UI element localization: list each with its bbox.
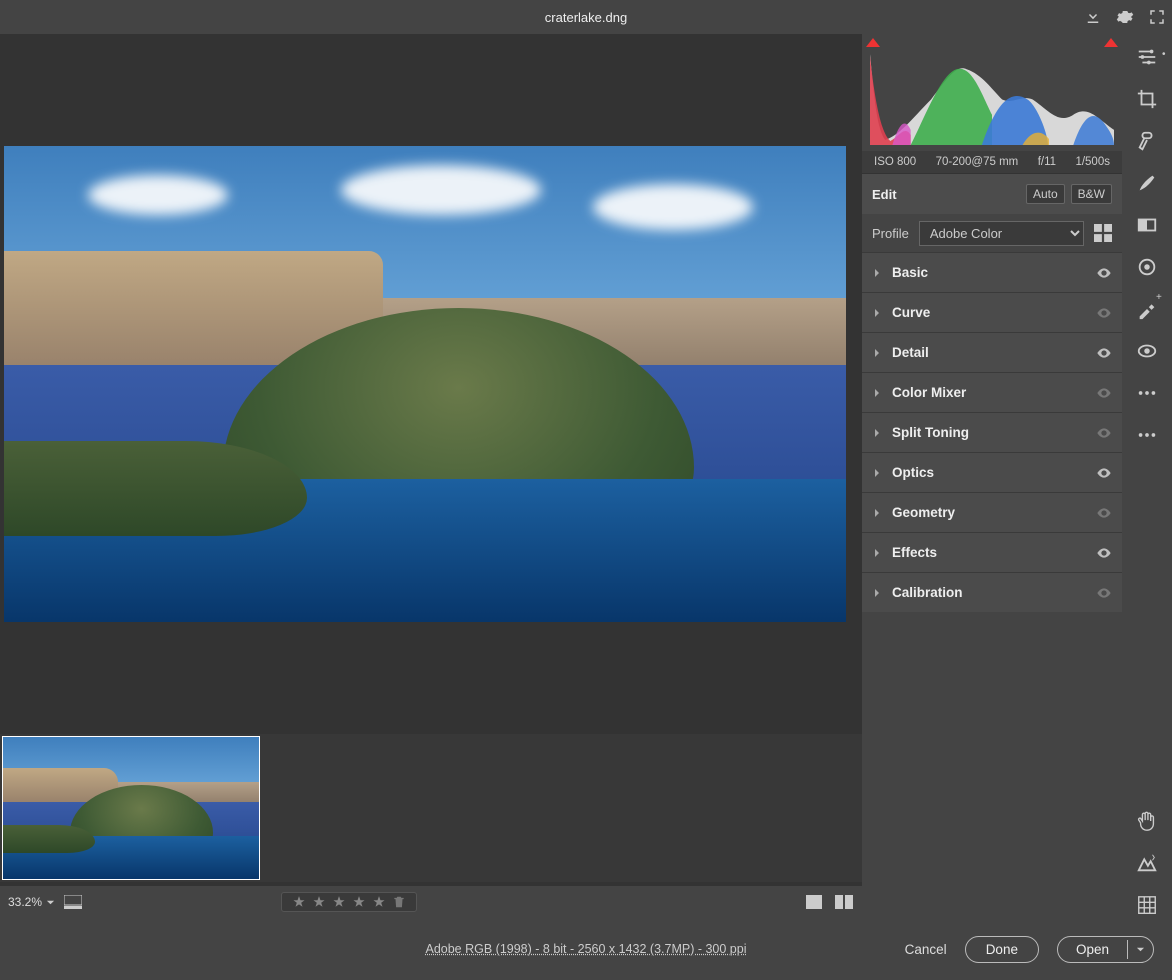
exif-lens: 70-200@75 mm xyxy=(936,156,1019,168)
eye-icon[interactable] xyxy=(1096,585,1112,601)
eye-icon[interactable] xyxy=(1096,465,1112,481)
exif-shutter: 1/500s xyxy=(1075,156,1110,168)
chevron-right-icon xyxy=(872,468,882,478)
zoom-value: 33.2% xyxy=(8,895,42,909)
panel-detail[interactable]: Detail xyxy=(862,332,1122,372)
eye-icon[interactable] xyxy=(1096,305,1112,321)
eye-icon[interactable] xyxy=(1096,425,1112,441)
cancel-button[interactable]: Cancel xyxy=(905,942,947,957)
panel-list: Basic Curve Detail Color Mixer Split Toning O… xyxy=(862,252,1122,612)
chevron-right-icon xyxy=(872,388,882,398)
panel-label: Optics xyxy=(892,465,1086,480)
profile-select[interactable]: Adobe Color xyxy=(919,221,1084,246)
document-title: craterlake.dng xyxy=(545,10,627,25)
fullscreen-icon[interactable] xyxy=(1148,8,1166,26)
tool-rail: • + xyxy=(1122,34,1172,918)
profile-label: Profile xyxy=(872,226,909,241)
eye-icon[interactable] xyxy=(1096,345,1112,361)
linear-gradient-tool-icon[interactable] xyxy=(1134,212,1160,238)
compare-view-icon[interactable] xyxy=(834,892,854,912)
exif-aperture: f/11 xyxy=(1038,156,1056,168)
eye-icon[interactable] xyxy=(1096,385,1112,401)
edit-header: Edit Auto B&W xyxy=(862,174,1122,214)
chevron-right-icon xyxy=(872,588,882,598)
rating-bar xyxy=(281,892,417,912)
download-icon[interactable] xyxy=(1084,8,1102,26)
open-button[interactable]: Open xyxy=(1057,936,1154,963)
panel-label: Split Toning xyxy=(892,425,1086,440)
panel-label: Detail xyxy=(892,345,1086,360)
panel-effects[interactable]: Effects xyxy=(862,532,1122,572)
radial-gradient-tool-icon[interactable] xyxy=(1134,254,1160,280)
zoom-tool-icon[interactable] xyxy=(1134,850,1160,876)
star-4[interactable] xyxy=(352,895,366,909)
footer: Adobe RGB (1998) - 8 bit - 2560 x 1432 (… xyxy=(0,918,1172,980)
open-button-dropdown[interactable] xyxy=(1127,940,1153,959)
title-bar: craterlake.dng xyxy=(0,0,1172,34)
hand-tool-icon[interactable] xyxy=(1134,808,1160,834)
eye-icon[interactable] xyxy=(1096,505,1112,521)
panel-label: Curve xyxy=(892,305,1086,320)
eye-icon[interactable] xyxy=(1096,265,1112,281)
eye-icon[interactable] xyxy=(1096,545,1112,561)
profile-row: Profile Adobe Color xyxy=(862,214,1122,252)
canvas-toolbar: 33.2% xyxy=(0,886,862,918)
panel-basic[interactable]: Basic xyxy=(862,252,1122,292)
done-button[interactable]: Done xyxy=(965,936,1039,963)
star-3[interactable] xyxy=(332,895,346,909)
panel-label: Effects xyxy=(892,545,1086,560)
panel-color-mixer[interactable]: Color Mixer xyxy=(862,372,1122,412)
profile-browser-icon[interactable] xyxy=(1094,224,1112,242)
healing-tool-icon[interactable] xyxy=(1134,128,1160,154)
star-2[interactable] xyxy=(312,895,326,909)
star-5[interactable] xyxy=(372,895,386,909)
panel-label: Basic xyxy=(892,265,1086,280)
chevron-right-icon xyxy=(872,548,882,558)
presets-icon[interactable] xyxy=(1134,380,1160,406)
panel-label: Calibration xyxy=(892,585,1086,600)
star-1[interactable] xyxy=(292,895,306,909)
filmstrip xyxy=(0,734,862,882)
chevron-right-icon xyxy=(872,348,882,358)
grid-view-icon[interactable] xyxy=(1134,892,1160,918)
bw-button[interactable]: B&W xyxy=(1071,184,1112,204)
chevron-right-icon xyxy=(872,428,882,438)
thumbnail[interactable] xyxy=(2,736,260,880)
exif-bar: ISO 800 70-200@75 mm f/11 1/500s xyxy=(862,151,1122,173)
panel-curve[interactable]: Curve xyxy=(862,292,1122,332)
exif-iso: ISO 800 xyxy=(874,156,916,168)
redeye-tool-icon[interactable] xyxy=(1134,338,1160,364)
edit-title: Edit xyxy=(872,187,1020,202)
chevron-right-icon xyxy=(872,268,882,278)
open-button-label: Open xyxy=(1058,937,1127,962)
more-tools-icon[interactable] xyxy=(1134,422,1160,448)
image-metadata-link[interactable]: Adobe RGB (1998) - 8 bit - 2560 x 1432 (… xyxy=(425,942,746,956)
gear-icon[interactable] xyxy=(1116,8,1134,26)
chevron-right-icon xyxy=(872,508,882,518)
chevron-right-icon xyxy=(872,308,882,318)
trash-icon[interactable] xyxy=(392,895,406,909)
auto-button[interactable]: Auto xyxy=(1026,184,1065,204)
histogram[interactable]: ISO 800 70-200@75 mm f/11 1/500s xyxy=(862,34,1122,174)
panel-label: Geometry xyxy=(892,505,1086,520)
panel-optics[interactable]: Optics xyxy=(862,452,1122,492)
panel-calibration[interactable]: Calibration xyxy=(862,572,1122,612)
panel-geometry[interactable]: Geometry xyxy=(862,492,1122,532)
zoom-level[interactable]: 33.2% xyxy=(8,895,55,909)
preview-image[interactable] xyxy=(4,146,846,622)
eyedropper-tool-icon[interactable]: + xyxy=(1134,296,1160,322)
right-panel: ISO 800 70-200@75 mm f/11 1/500s Edit Au… xyxy=(862,34,1122,918)
brush-tool-icon[interactable] xyxy=(1134,170,1160,196)
crop-tool-icon[interactable] xyxy=(1134,86,1160,112)
filmstrip-toggle-icon[interactable] xyxy=(63,892,83,912)
single-view-icon[interactable] xyxy=(804,892,824,912)
panel-label: Color Mixer xyxy=(892,385,1086,400)
edit-tool-icon[interactable]: • xyxy=(1134,44,1160,70)
panel-split-toning[interactable]: Split Toning xyxy=(862,412,1122,452)
